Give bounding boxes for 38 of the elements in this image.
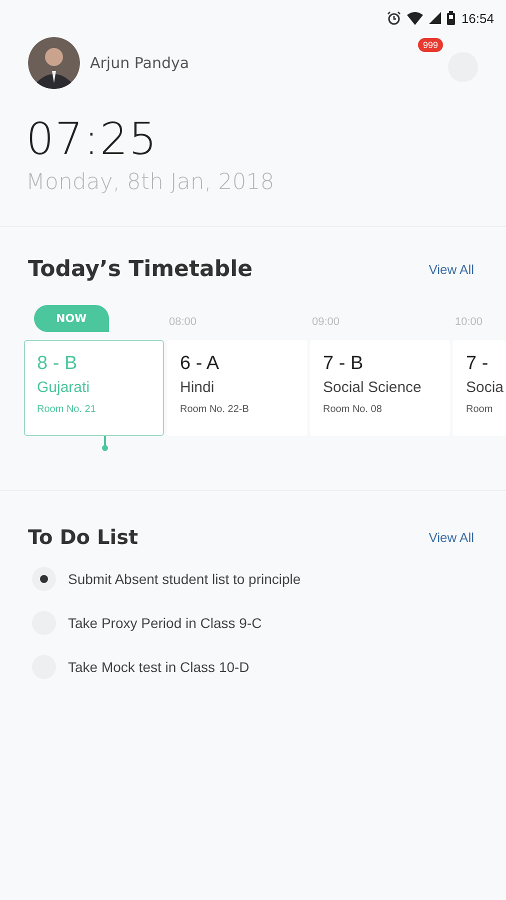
user-name: Arjun Pandya — [90, 54, 190, 72]
subject: Hindi — [180, 379, 216, 396]
class-card[interactable]: 7 - B Social Science Room No. 08 — [310, 340, 450, 436]
view-all-link[interactable]: View All — [428, 530, 474, 544]
subject: Social Science — [323, 379, 422, 396]
subject: Gujarati — [37, 379, 91, 396]
signal-icon — [429, 12, 442, 24]
slot-time: 10:00 — [454, 316, 483, 330]
class-name: 8 - B — [37, 353, 78, 375]
subject: Socia — [466, 379, 505, 396]
wifi-icon — [407, 12, 424, 24]
timeline-marker — [104, 436, 106, 448]
class-name: 6 - A — [180, 353, 220, 375]
room-number: Room No. 22-B — [180, 404, 250, 415]
class-name: 7 - — [466, 353, 490, 375]
checkbox[interactable] — [32, 567, 56, 591]
todo-text: Submit Absent student list to principle — [68, 571, 301, 587]
avatar[interactable] — [28, 37, 80, 89]
current-date: Monday, 8th Jan, 2018 — [26, 169, 276, 197]
room-number: Room — [466, 404, 494, 415]
slot-time: 08:00 — [168, 316, 197, 330]
status-time: 16:54 — [461, 10, 494, 26]
todo-text: Take Proxy Period in Class 9-C — [68, 615, 262, 631]
room-number: Room No. 21 — [37, 404, 97, 415]
section-title: Today’s Timetable — [28, 257, 253, 282]
current-time: 07:25 — [26, 114, 159, 166]
room-number: Room No. 08 — [323, 404, 383, 415]
slot-time: 09:00 — [311, 316, 340, 330]
class-name: 7 - B — [323, 353, 364, 375]
todo-text: Take Mock test in Class 10-D — [68, 659, 250, 675]
class-card[interactable]: 6 - A Hindi Room No. 22-B — [167, 340, 307, 436]
notification-count: 999 — [418, 38, 444, 52]
alarm-icon — [387, 11, 402, 25]
now-badge: NOW — [34, 305, 109, 332]
section-title: To Do List — [28, 525, 138, 549]
view-all-link[interactable]: View All — [428, 262, 474, 277]
battery-icon — [447, 11, 456, 25]
class-card[interactable]: 7 - Socia Room — [453, 340, 506, 436]
